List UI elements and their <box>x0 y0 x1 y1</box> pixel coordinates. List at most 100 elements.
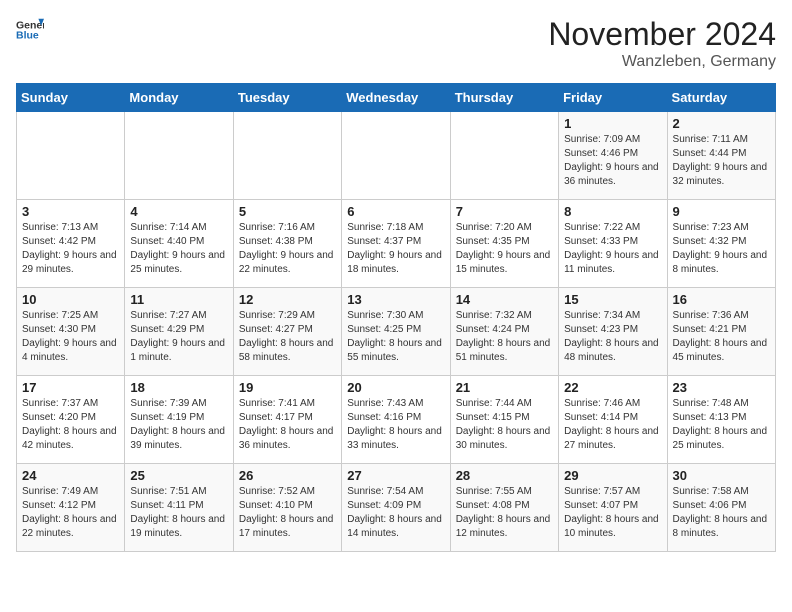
day-number: 15 <box>564 292 661 307</box>
day-info: Sunrise: 7:58 AM Sunset: 4:06 PM Dayligh… <box>673 485 770 541</box>
day-header-wednesday: Wednesday <box>342 84 450 112</box>
calendar-cell: 9 Sunrise: 7:23 AM Sunset: 4:32 PM Daylig… <box>667 200 775 288</box>
day-info: Sunrise: 7:52 AM Sunset: 4:10 PM Dayligh… <box>239 485 336 541</box>
calendar-cell: 1Sunrise: 7:09 AM Sunset: 4:46 PM Daylig… <box>559 112 667 200</box>
day-number: 17 <box>22 380 119 395</box>
day-number: 3 <box>22 204 119 219</box>
day-info: Sunrise: 7:32 AM Sunset: 4:24 PM Dayligh… <box>456 309 553 365</box>
calendar-cell: 30Sunrise: 7:58 AM Sunset: 4:06 PM Dayli… <box>667 464 775 552</box>
calendar-cell <box>17 112 125 200</box>
calendar-week-1: 1Sunrise: 7:09 AM Sunset: 4:46 PM Daylig… <box>17 112 776 200</box>
day-info: Sunrise: 7:25 AM Sunset: 4:30 PM Dayligh… <box>22 309 119 365</box>
calendar-body: 1Sunrise: 7:09 AM Sunset: 4:46 PM Daylig… <box>17 112 776 552</box>
day-number: 5 <box>239 204 336 219</box>
day-number: 24 <box>22 468 119 483</box>
day-number: 26 <box>239 468 336 483</box>
calendar-cell: 28 Sunrise: 7:55 AM Sunset: 4:08 PM Dayli… <box>450 464 558 552</box>
day-info: Sunrise: 7:37 AM Sunset: 4:20 PM Dayligh… <box>22 397 119 453</box>
calendar-cell: 12Sunrise: 7:29 AM Sunset: 4:27 PM Dayli… <box>233 288 341 376</box>
day-info: Sunrise: 7:55 AM Sunset: 4:08 PM Dayligh… <box>456 485 553 541</box>
day-info: Sunrise: 7:30 AM Sunset: 4:25 PM Dayligh… <box>347 309 444 365</box>
day-header-friday: Friday <box>559 84 667 112</box>
day-header-sunday: Sunday <box>17 84 125 112</box>
location-title: Wanzleben, Germany <box>548 53 776 71</box>
day-info: Sunrise: 7:51 AM Sunset: 4:11 PM Dayligh… <box>130 485 227 541</box>
calendar-cell: 22Sunrise: 7:46 AM Sunset: 4:14 PM Dayli… <box>559 376 667 464</box>
day-number: 14 <box>456 292 553 307</box>
day-number: 29 <box>564 468 661 483</box>
calendar-cell: 26 Sunrise: 7:52 AM Sunset: 4:10 PM Dayli… <box>233 464 341 552</box>
calendar-cell: 5 Sunrise: 7:16 AM Sunset: 4:38 PM Daylig… <box>233 200 341 288</box>
day-number: 16 <box>673 292 770 307</box>
calendar-cell: 21 Sunrise: 7:44 AM Sunset: 4:15 PM Dayli… <box>450 376 558 464</box>
calendar-cell: 20 Sunrise: 7:43 AM Sunset: 4:16 PM Dayli… <box>342 376 450 464</box>
calendar-cell <box>125 112 233 200</box>
calendar-week-3: 10 Sunrise: 7:25 AM Sunset: 4:30 PM Dayli… <box>17 288 776 376</box>
day-number: 27 <box>347 468 444 483</box>
day-info: Sunrise: 7:54 AM Sunset: 4:09 PM Dayligh… <box>347 485 444 541</box>
calendar-week-4: 17 Sunrise: 7:37 AM Sunset: 4:20 PM Dayli… <box>17 376 776 464</box>
day-number: 25 <box>130 468 227 483</box>
calendar-table: SundayMondayTuesdayWednesdayThursdayFrid… <box>16 83 776 552</box>
day-info: Sunrise: 7:39 AM Sunset: 4:19 PM Dayligh… <box>130 397 227 453</box>
title-area: November 2024 Wanzleben, Germany <box>548 16 776 71</box>
calendar-cell: 3 Sunrise: 7:13 AM Sunset: 4:42 PM Daylig… <box>17 200 125 288</box>
day-info: Sunrise: 7:43 AM Sunset: 4:16 PM Dayligh… <box>347 397 444 453</box>
calendar-week-2: 3 Sunrise: 7:13 AM Sunset: 4:42 PM Daylig… <box>17 200 776 288</box>
calendar-cell: 14 Sunrise: 7:32 AM Sunset: 4:24 PM Dayli… <box>450 288 558 376</box>
day-number: 22 <box>564 380 661 395</box>
day-number: 19 <box>239 380 336 395</box>
calendar-cell: 13 Sunrise: 7:30 AM Sunset: 4:25 PM Dayli… <box>342 288 450 376</box>
day-number: 10 <box>22 292 119 307</box>
day-info: Sunrise: 7:36 AM Sunset: 4:21 PM Dayligh… <box>673 309 770 365</box>
calendar-header-row: SundayMondayTuesdayWednesdayThursdayFrid… <box>17 84 776 112</box>
calendar-cell: 4Sunrise: 7:14 AM Sunset: 4:40 PM Daylig… <box>125 200 233 288</box>
calendar-cell: 10 Sunrise: 7:25 AM Sunset: 4:30 PM Dayli… <box>17 288 125 376</box>
calendar-cell <box>233 112 341 200</box>
calendar-cell: 16 Sunrise: 7:36 AM Sunset: 4:21 PM Dayli… <box>667 288 775 376</box>
day-info: Sunrise: 7:23 AM Sunset: 4:32 PM Dayligh… <box>673 221 770 277</box>
day-number: 28 <box>456 468 553 483</box>
day-info: Sunrise: 7:27 AM Sunset: 4:29 PM Dayligh… <box>130 309 227 365</box>
calendar-cell: 24 Sunrise: 7:49 AM Sunset: 4:12 PM Dayli… <box>17 464 125 552</box>
day-number: 1 <box>564 116 661 131</box>
calendar-cell: 19 Sunrise: 7:41 AM Sunset: 4:17 PM Dayli… <box>233 376 341 464</box>
day-info: Sunrise: 7:44 AM Sunset: 4:15 PM Dayligh… <box>456 397 553 453</box>
calendar-cell: 17 Sunrise: 7:37 AM Sunset: 4:20 PM Dayli… <box>17 376 125 464</box>
day-info: Sunrise: 7:11 AM Sunset: 4:44 PM Dayligh… <box>673 133 770 189</box>
day-info: Sunrise: 7:34 AM Sunset: 4:23 PM Dayligh… <box>564 309 661 365</box>
calendar-cell: 29Sunrise: 7:57 AM Sunset: 4:07 PM Dayli… <box>559 464 667 552</box>
day-header-saturday: Saturday <box>667 84 775 112</box>
day-number: 6 <box>347 204 444 219</box>
day-number: 8 <box>564 204 661 219</box>
calendar-cell: 7 Sunrise: 7:20 AM Sunset: 4:35 PM Daylig… <box>450 200 558 288</box>
day-info: Sunrise: 7:41 AM Sunset: 4:17 PM Dayligh… <box>239 397 336 453</box>
day-info: Sunrise: 7:29 AM Sunset: 4:27 PM Dayligh… <box>239 309 336 365</box>
calendar-cell: 8 Sunrise: 7:22 AM Sunset: 4:33 PM Daylig… <box>559 200 667 288</box>
day-number: 18 <box>130 380 227 395</box>
day-number: 23 <box>673 380 770 395</box>
day-info: Sunrise: 7:20 AM Sunset: 4:35 PM Dayligh… <box>456 221 553 277</box>
day-info: Sunrise: 7:49 AM Sunset: 4:12 PM Dayligh… <box>22 485 119 541</box>
calendar-cell: 23 Sunrise: 7:48 AM Sunset: 4:13 PM Dayli… <box>667 376 775 464</box>
day-number: 20 <box>347 380 444 395</box>
calendar-cell <box>342 112 450 200</box>
day-info: Sunrise: 7:48 AM Sunset: 4:13 PM Dayligh… <box>673 397 770 453</box>
day-info: Sunrise: 7:13 AM Sunset: 4:42 PM Dayligh… <box>22 221 119 277</box>
day-number: 13 <box>347 292 444 307</box>
calendar-cell: 15 Sunrise: 7:34 AM Sunset: 4:23 PM Dayli… <box>559 288 667 376</box>
day-number: 21 <box>456 380 553 395</box>
page-header: General Blue November 2024 Wanzleben, Ge… <box>16 16 776 71</box>
day-number: 7 <box>456 204 553 219</box>
day-header-tuesday: Tuesday <box>233 84 341 112</box>
calendar-cell <box>450 112 558 200</box>
calendar-cell: 18 Sunrise: 7:39 AM Sunset: 4:19 PM Dayli… <box>125 376 233 464</box>
day-info: Sunrise: 7:22 AM Sunset: 4:33 PM Dayligh… <box>564 221 661 277</box>
day-number: 9 <box>673 204 770 219</box>
calendar-cell: 2 Sunrise: 7:11 AM Sunset: 4:44 PM Daylig… <box>667 112 775 200</box>
calendar-cell: 27 Sunrise: 7:54 AM Sunset: 4:09 PM Dayli… <box>342 464 450 552</box>
day-number: 11 <box>130 292 227 307</box>
month-title: November 2024 <box>548 16 776 53</box>
day-info: Sunrise: 7:16 AM Sunset: 4:38 PM Dayligh… <box>239 221 336 277</box>
day-number: 2 <box>673 116 770 131</box>
